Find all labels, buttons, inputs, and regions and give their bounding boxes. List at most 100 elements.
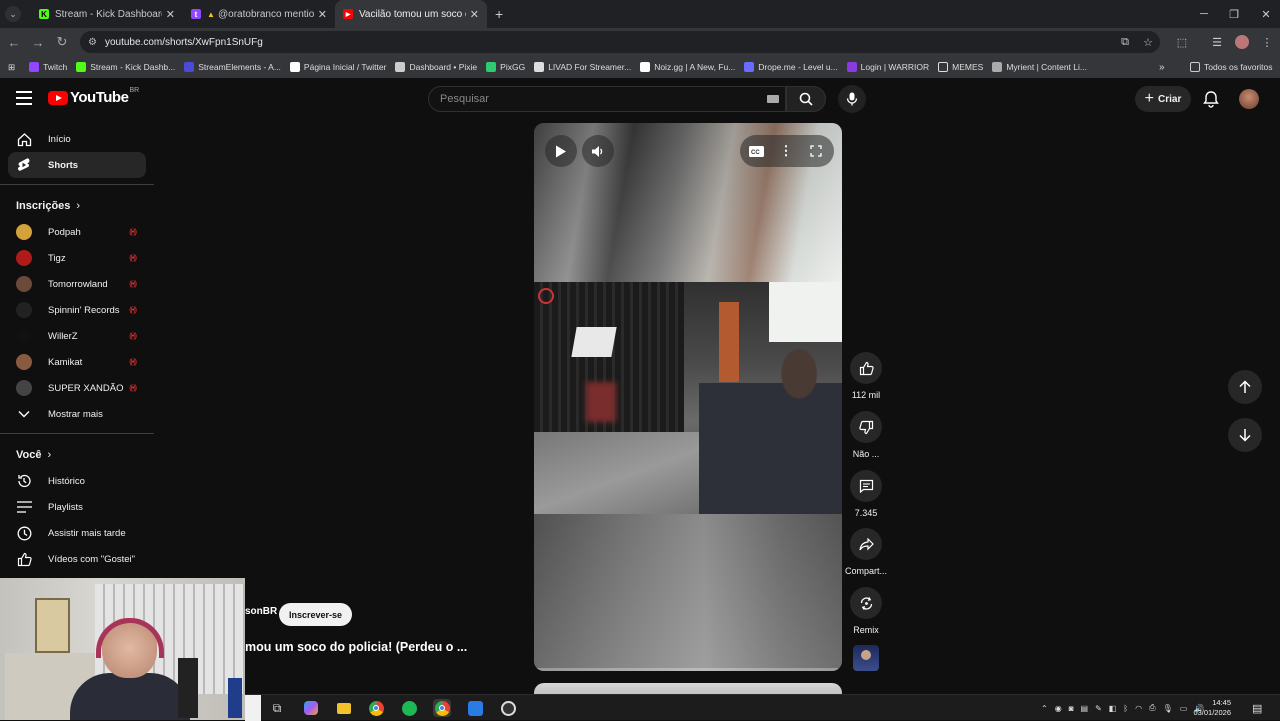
restore-button[interactable]: ❐ xyxy=(1218,0,1250,28)
sidebar-item-historico[interactable]: Histórico xyxy=(0,468,146,494)
channel-thumbnail[interactable] xyxy=(853,645,879,671)
tab-twitch-mention[interactable]: t ▲ @oratobranco mentioned y ✕ xyxy=(183,0,335,28)
address-bar[interactable]: ⚙ youtube.com/shorts/XwFpn1SnUFg xyxy=(80,31,1160,53)
new-tab-button[interactable]: + xyxy=(495,6,503,22)
network-icon[interactable]: ▭ xyxy=(1180,704,1188,713)
subscription-item[interactable]: Spinnin' Records ((•)) xyxy=(0,297,146,323)
next-short-button[interactable] xyxy=(1228,418,1262,452)
copilot-icon[interactable] xyxy=(302,699,320,717)
volume-button[interactable] xyxy=(582,135,614,167)
bookmark-item[interactable]: MEMES xyxy=(938,62,983,72)
bluetooth-icon[interactable]: ᛒ xyxy=(1123,704,1128,713)
search-input[interactable]: Pesquisar xyxy=(428,86,786,112)
sidebar-item-liked-videos[interactable]: Vídeos com "Gostei" xyxy=(0,546,146,572)
close-window-button[interactable]: ✕ xyxy=(1250,0,1280,28)
chrome-icon[interactable] xyxy=(367,699,385,717)
microphone-tray-icon[interactable]: 🎙 xyxy=(1163,704,1173,713)
notifications-center-icon[interactable]: ▤ xyxy=(1252,695,1262,721)
account-avatar[interactable] xyxy=(1239,89,1259,109)
like-button[interactable]: 112 mil xyxy=(846,352,886,400)
discord-icon[interactable]: ◙ xyxy=(1069,704,1074,713)
tray-app2-icon[interactable]: ◧ xyxy=(1109,704,1117,713)
task-view-icon[interactable]: ⧉ xyxy=(268,699,286,717)
share-button[interactable]: Compart... xyxy=(845,528,887,576)
subscription-item[interactable]: Kamikat ((•)) xyxy=(0,349,146,375)
bookmark-item[interactable]: Myrient | Content Li... xyxy=(992,62,1087,72)
remix-button[interactable]: Remix xyxy=(846,587,886,635)
tray-app-icon[interactable]: ▤ xyxy=(1081,704,1089,713)
close-tab-icon[interactable]: ✕ xyxy=(166,8,175,21)
all-bookmarks-folder[interactable]: Todos os favoritos xyxy=(1190,62,1273,72)
youtube-logo[interactable]: YouTube BR xyxy=(48,87,139,106)
video-progress-bar[interactable] xyxy=(534,668,838,671)
back-button[interactable]: ← xyxy=(2,30,26,54)
bookmark-item[interactable]: LIVAD For Streamer... xyxy=(534,62,631,72)
pen-icon[interactable]: ✎ xyxy=(1095,704,1102,713)
bookmark-item[interactable]: Página Inicial / Twitter xyxy=(289,62,386,72)
subscribe-button[interactable]: Inscrever-se xyxy=(279,603,352,626)
bookmark-item[interactable]: Drope.me - Level u... xyxy=(744,62,838,72)
forward-button[interactable]: → xyxy=(26,30,50,54)
bookmark-item[interactable]: Twitch xyxy=(29,62,67,72)
sidebar-item-inicio[interactable]: Início xyxy=(0,126,146,152)
obs-icon[interactable] xyxy=(499,699,517,717)
wifi-icon[interactable]: ◠ xyxy=(1135,704,1142,713)
install-app-icon[interactable]: ⧉ xyxy=(1114,28,1136,56)
close-tab-icon[interactable]: ✕ xyxy=(470,8,479,21)
minimize-button[interactable]: ─ xyxy=(1188,0,1220,28)
keyboard-icon[interactable] xyxy=(767,95,779,103)
spotify-icon[interactable] xyxy=(400,699,418,717)
file-explorer-icon[interactable] xyxy=(335,699,353,717)
bookmark-item[interactable]: StreamElements - A... xyxy=(184,62,281,72)
steam-icon[interactable]: ◉ xyxy=(1055,704,1062,713)
reload-button[interactable]: ↻ xyxy=(50,30,74,54)
system-clock[interactable]: 14:45 03/01/2026 xyxy=(1193,698,1231,718)
subscription-item[interactable]: Tigz ((•)) xyxy=(0,245,146,271)
tab-youtube[interactable]: ▶ Vacilão tomou um soco do polí ✕ xyxy=(335,0,487,28)
notifications-icon[interactable] xyxy=(1202,90,1220,108)
tab-search-button[interactable]: ⌄ xyxy=(5,6,21,22)
more-options-icon[interactable]: ⋮ xyxy=(778,143,794,159)
sidebar-item-watch-later[interactable]: Assistir mais tarde xyxy=(0,520,146,546)
bookmark-item[interactable]: Login | WARRIOR xyxy=(846,62,929,72)
subscription-item[interactable]: WillerZ ((•)) xyxy=(0,323,146,349)
tray-overflow-icon[interactable]: ⌃ xyxy=(1041,704,1048,713)
bookmark-item[interactable]: Stream - Kick Dashb... xyxy=(76,62,175,72)
play-button[interactable] xyxy=(545,135,577,167)
bookmark-item[interactable]: PixGG xyxy=(486,62,525,72)
site-info-icon[interactable]: ⚙ xyxy=(88,37,97,48)
create-button[interactable]: + Criar xyxy=(1135,86,1191,112)
subscription-item[interactable]: Tomorrowland ((•)) xyxy=(0,271,146,297)
usb-icon[interactable]: ⎙ xyxy=(1149,703,1155,713)
streamlabs-icon[interactable] xyxy=(466,699,484,717)
fullscreen-button[interactable] xyxy=(808,143,824,159)
dislike-button[interactable]: Não ... xyxy=(846,411,886,459)
bookmark-star-icon[interactable]: ☆ xyxy=(1137,28,1159,56)
taskbar-search-box[interactable] xyxy=(245,695,261,721)
subscription-item[interactable]: Podpah ((•)) xyxy=(0,219,146,245)
apps-grid-icon[interactable]: ⊞ xyxy=(8,62,15,73)
menu-icon[interactable] xyxy=(16,91,32,105)
voice-search-button[interactable] xyxy=(838,85,866,113)
search-button[interactable] xyxy=(786,86,826,112)
sidebar-item-shorts[interactable]: Shorts xyxy=(8,152,146,178)
extensions-icon[interactable]: ⬚ xyxy=(1171,28,1193,56)
captions-button[interactable]: CC xyxy=(746,143,766,159)
you-heading[interactable]: Você › xyxy=(0,442,154,468)
shorts-video-player[interactable]: CC ⋮ xyxy=(534,123,842,671)
profile-avatar[interactable] xyxy=(1231,28,1253,56)
sidebar-item-playlists[interactable]: Playlists xyxy=(0,494,146,520)
tab-kick[interactable]: K Stream - Kick Dashboard ✕ xyxy=(31,0,183,28)
close-tab-icon[interactable]: ✕ xyxy=(318,8,327,21)
show-more-button[interactable]: Mostrar mais xyxy=(0,401,146,427)
previous-short-button[interactable] xyxy=(1228,370,1262,404)
browser-menu-icon[interactable]: ⋮ xyxy=(1256,28,1278,56)
chrome-active-icon[interactable] xyxy=(433,699,451,717)
channel-name[interactable]: sonBR xyxy=(245,606,277,617)
subscriptions-heading[interactable]: Inscrições › xyxy=(0,193,154,219)
subscription-item[interactable]: SUPER XANDÃO ((•)) xyxy=(0,375,146,401)
bookmark-item[interactable]: Noiz.gg | A New, Fu... xyxy=(640,62,735,72)
bookmark-item[interactable]: Dashboard • Pixie xyxy=(395,62,477,72)
reading-list-icon[interactable]: ☰ xyxy=(1206,28,1228,56)
comments-button[interactable]: 7.345 xyxy=(846,470,886,518)
